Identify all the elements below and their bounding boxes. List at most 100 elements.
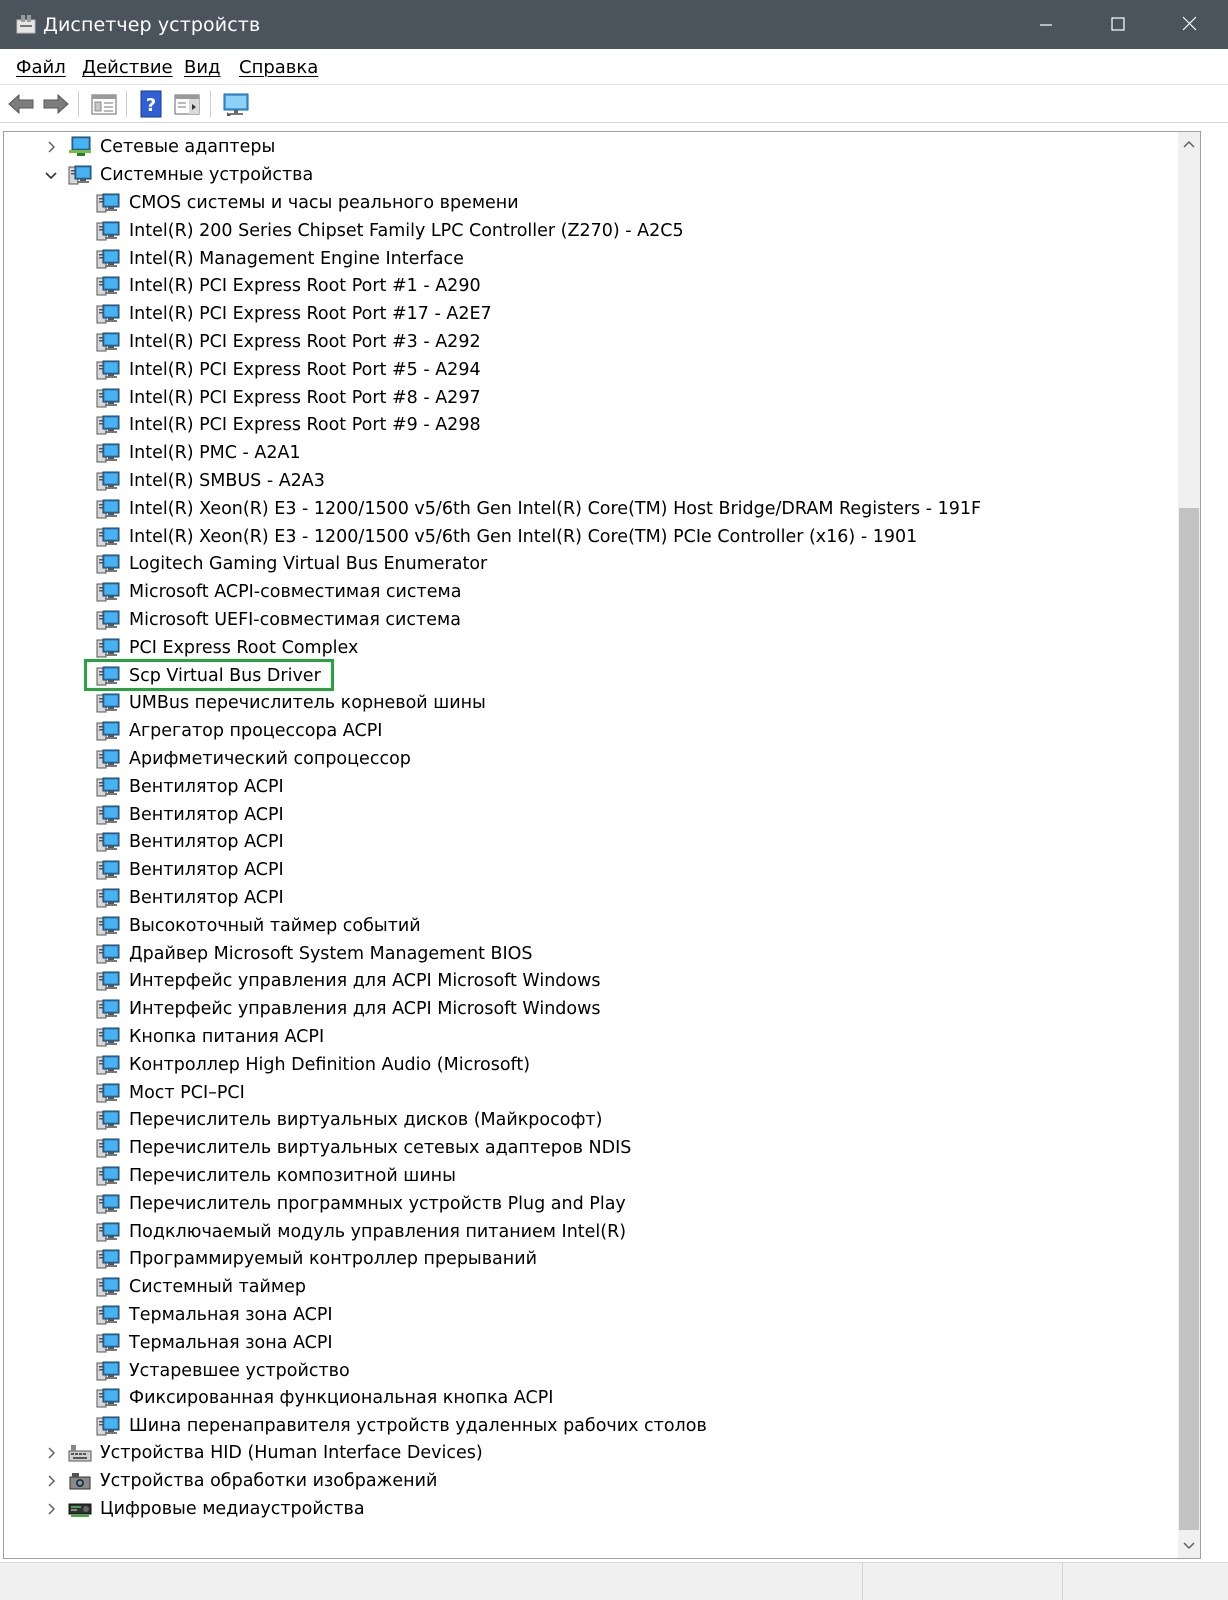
tree-category-network[interactable]: Сетевые адаптеры: [4, 133, 1180, 161]
chevron-right-icon[interactable]: [44, 1446, 58, 1460]
vertical-scrollbar[interactable]: [1178, 132, 1200, 1558]
tree-category-media[interactable]: Цифровые медиаустройства: [4, 1495, 1180, 1523]
tree-item-device[interactable]: Перечислитель виртуальных дисков (Майкро…: [4, 1106, 1180, 1134]
tree-item-device[interactable]: Шина перенаправителя устройств удаленных…: [4, 1412, 1180, 1440]
tree-item-device[interactable]: Вентилятор ACPI: [4, 856, 1180, 884]
tree-item-label: Перечислитель композитной шины: [129, 1166, 456, 1186]
system-device-icon: [96, 720, 120, 742]
tree-item-device[interactable]: Термальная зона ACPI: [4, 1329, 1180, 1357]
tree-item-device[interactable]: Вентилятор ACPI: [4, 773, 1180, 801]
highlight-box: [84, 659, 334, 691]
tree-item-device[interactable]: Устаревшее устройство: [4, 1357, 1180, 1385]
tree-item-device[interactable]: Интерфейс управления для ACPI Microsoft …: [4, 967, 1180, 995]
system-device-icon: [96, 470, 120, 492]
tree-item-device[interactable]: Подключаемый модуль управления питанием …: [4, 1218, 1180, 1246]
system-device-icon: [96, 998, 120, 1020]
system-devices-icon: [68, 164, 92, 186]
title-bar[interactable]: Диспетчер устройств: [0, 0, 1228, 49]
tree-item-label: Мост PCI–PCI: [129, 1082, 245, 1103]
tree-item-device[interactable]: Intel(R) Management Engine Interface: [4, 245, 1180, 273]
scrollbar-thumb[interactable]: [1179, 508, 1199, 1530]
system-device-icon: [96, 442, 120, 464]
tree-item-device[interactable]: Logitech Gaming Virtual Bus Enumerator: [4, 550, 1180, 578]
system-device-icon: [96, 498, 120, 520]
menu-file[interactable]: Файл: [16, 58, 66, 78]
tree-item-device[interactable]: Microsoft ACPI-совместимая система: [4, 578, 1180, 606]
tree-category-system[interactable]: Системные устройства: [4, 161, 1180, 189]
tree-item-label: Арифметический сопроцессор: [129, 749, 411, 769]
scroll-up-button[interactable]: [1178, 132, 1200, 156]
chevron-right-icon[interactable]: [44, 1474, 58, 1488]
menu-help[interactable]: Справка: [239, 58, 318, 78]
toolbar-separator: [78, 91, 79, 117]
tree-item-device[interactable]: Кнопка питания ACPI: [4, 1023, 1180, 1051]
tree-item-device[interactable]: Перечислитель композитной шины: [4, 1162, 1180, 1190]
scroll-down-button[interactable]: [1178, 1534, 1200, 1558]
tree-item-device[interactable]: Intel(R) PCI Express Root Port #3 - A292: [4, 328, 1180, 356]
tree-item-device[interactable]: Арифметический сопроцессор: [4, 745, 1180, 773]
tree-item-device[interactable]: Intel(R) PCI Express Root Port #17 - A2E…: [4, 300, 1180, 328]
tree-category-hid[interactable]: Устройства HID (Human Interface Devices): [4, 1439, 1180, 1467]
system-device-icon: [96, 1193, 120, 1215]
tree-item-label: Intel(R) SMBUS - A2A3: [129, 471, 325, 491]
tree-item-device[interactable]: Драйвер Microsoft System Management BIOS: [4, 940, 1180, 968]
tree-item-device[interactable]: Intel(R) 200 Series Chipset Family LPC C…: [4, 217, 1180, 245]
chevron-down-icon[interactable]: [44, 168, 58, 182]
tree-item-label: Кнопка питания ACPI: [129, 1027, 325, 1047]
minimize-button[interactable]: [1010, 0, 1082, 49]
tree-category-imaging[interactable]: Устройства обработки изображений: [4, 1467, 1180, 1495]
tree-item-device[interactable]: Мост PCI–PCI: [4, 1079, 1180, 1107]
tree-item-device[interactable]: Вентилятор ACPI: [4, 801, 1180, 829]
system-device-icon: [96, 943, 120, 965]
chevron-right-icon[interactable]: [44, 1502, 58, 1516]
chevron-right-icon[interactable]: [44, 140, 58, 154]
tree-item-device[interactable]: Системный таймер: [4, 1273, 1180, 1301]
system-device-icon: [96, 776, 120, 798]
system-device-icon: [96, 359, 120, 381]
tree-item-device[interactable]: Контроллер High Definition Audio (Micros…: [4, 1051, 1180, 1079]
tree-item-device[interactable]: Перечислитель программных устройств Plug…: [4, 1190, 1180, 1218]
tree-item-device[interactable]: Термальная зона ACPI: [4, 1301, 1180, 1329]
tree-item-label: Высокоточный таймер событий: [129, 915, 421, 936]
tree-item-device[interactable]: Intel(R) Xeon(R) E3 - 1200/1500 v5/6th G…: [4, 495, 1180, 523]
tree-item-device[interactable]: Intel(R) PCI Express Root Port #1 - A290: [4, 272, 1180, 300]
menu-action[interactable]: Действие: [82, 58, 173, 78]
device-manager-icon: [16, 15, 36, 34]
system-device-icon: [96, 609, 120, 631]
forward-button[interactable]: [41, 89, 71, 119]
tree-item-label: Intel(R) Xeon(R) E3 - 1200/1500 v5/6th G…: [129, 498, 982, 519]
tree-item-label: Термальная зона ACPI: [129, 1305, 333, 1325]
maximize-button[interactable]: [1082, 0, 1154, 49]
back-button[interactable]: [6, 89, 36, 119]
menu-view[interactable]: Вид: [184, 58, 221, 78]
tree-item-device[interactable]: CMOS системы и часы реального времени: [4, 189, 1180, 217]
close-button[interactable]: [1154, 0, 1226, 49]
tree-item-device[interactable]: Высокоточный таймер событий: [4, 912, 1180, 940]
tree-item-device[interactable]: Перечислитель виртуальных сетевых адапте…: [4, 1134, 1180, 1162]
tree-item-label: Перечислитель виртуальных сетевых адапте…: [129, 1138, 632, 1159]
tree-item-device[interactable]: Программируемый контроллер прерываний: [4, 1245, 1180, 1273]
tree-item-label: Intel(R) PCI Express Root Port #3 - A292: [129, 332, 481, 352]
tree-item-device[interactable]: Intel(R) PMC - A2A1: [4, 439, 1180, 467]
tree-item-device[interactable]: Фиксированная функциональная кнопка ACPI: [4, 1384, 1180, 1412]
tree-item-device[interactable]: Вентилятор ACPI: [4, 828, 1180, 856]
tree-item-device[interactable]: Intel(R) PCI Express Root Port #8 - A297: [4, 384, 1180, 412]
tree-item-device[interactable]: Intel(R) Xeon(R) E3 - 1200/1500 v5/6th G…: [4, 523, 1180, 551]
tree-item-device[interactable]: UMBus перечислитель корневой шины: [4, 689, 1180, 717]
tree-item-device[interactable]: Интерфейс управления для ACPI Microsoft …: [4, 995, 1180, 1023]
tree-item-device[interactable]: Агрегатор процессора ACPI: [4, 717, 1180, 745]
scan-hardware-button[interactable]: [221, 89, 251, 119]
properties-button[interactable]: [89, 89, 119, 119]
action-pane-button[interactable]: [172, 89, 202, 119]
help-button[interactable]: ?: [137, 89, 167, 119]
back-arrow-icon: [8, 93, 34, 115]
tree-item-device[interactable]: PCI Express Root Complex: [4, 634, 1180, 662]
tree-item-device[interactable]: Microsoft UEFI-совместимая система: [4, 606, 1180, 634]
tree-item-device[interactable]: Intel(R) SMBUS - A2A3: [4, 467, 1180, 495]
system-device-icon: [96, 1304, 120, 1326]
tree-item-device[interactable]: Intel(R) PCI Express Root Port #9 - A298: [4, 411, 1180, 439]
system-device-icon: [96, 220, 120, 242]
tree-item-device[interactable]: Intel(R) PCI Express Root Port #5 - A294: [4, 356, 1180, 384]
system-device-icon: [96, 1109, 120, 1131]
tree-item-device[interactable]: Вентилятор ACPI: [4, 884, 1180, 912]
